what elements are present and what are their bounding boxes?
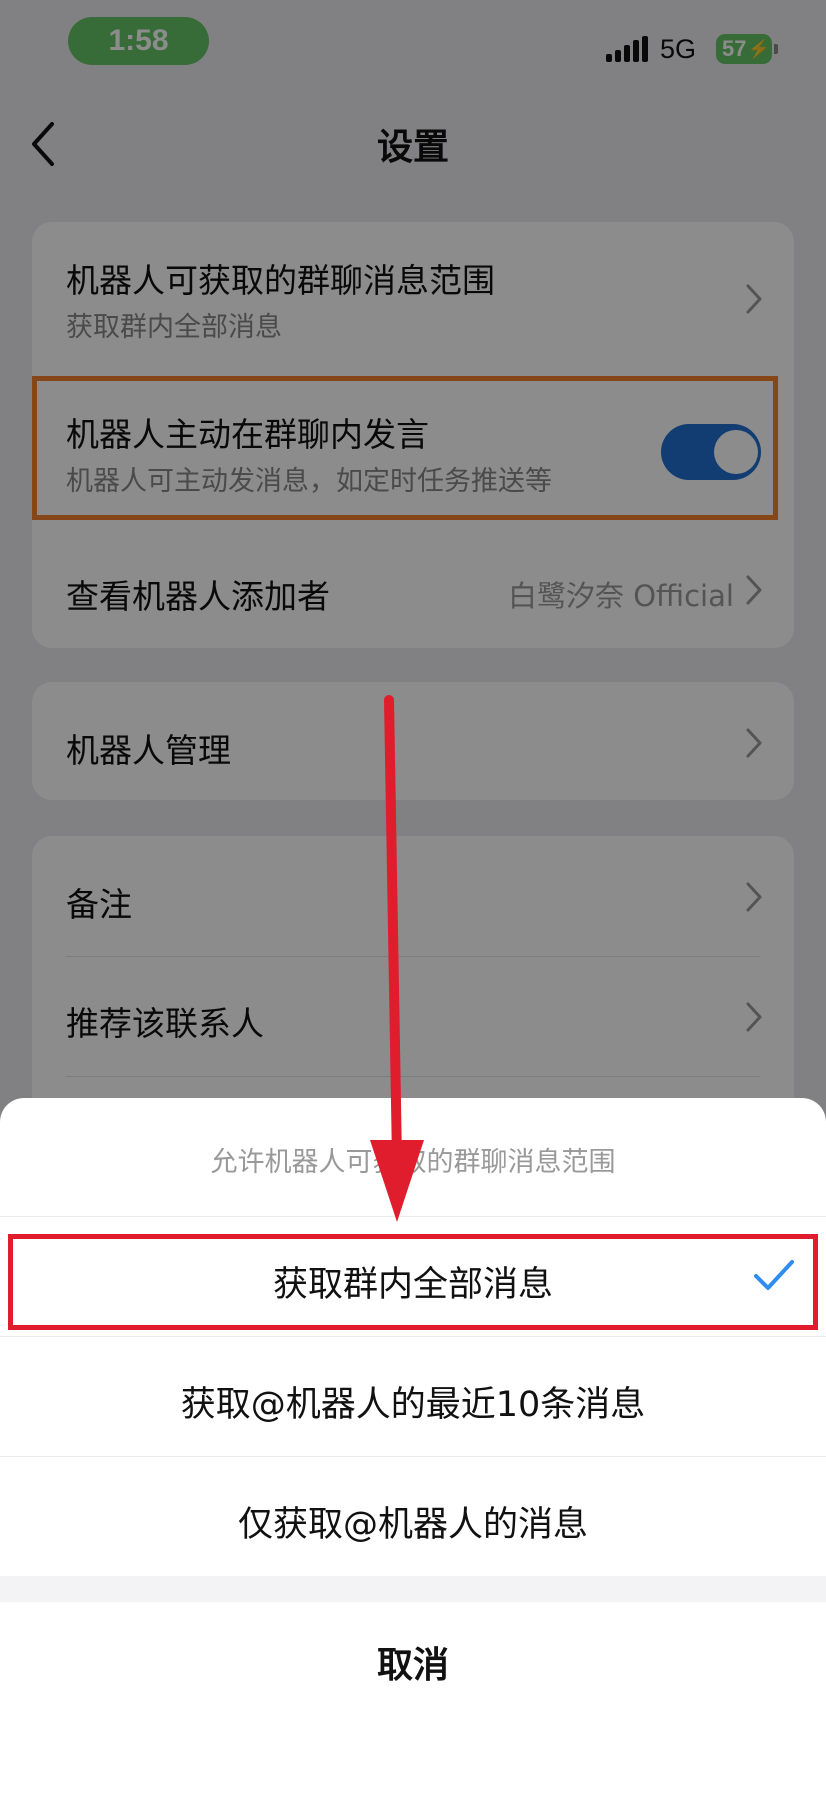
sheet-gap: [0, 1576, 826, 1602]
option-recent-10-label: 获取@机器人的最近10条消息: [180, 1385, 646, 1425]
cancel-label: 取消: [376, 1645, 449, 1686]
option-mentions-only-label: 仅获取@机器人的消息: [237, 1505, 588, 1545]
action-sheet-title: 允许机器人可获取的群聊消息范围: [210, 1147, 616, 1178]
highlight-box-selected-option: [8, 1234, 818, 1330]
